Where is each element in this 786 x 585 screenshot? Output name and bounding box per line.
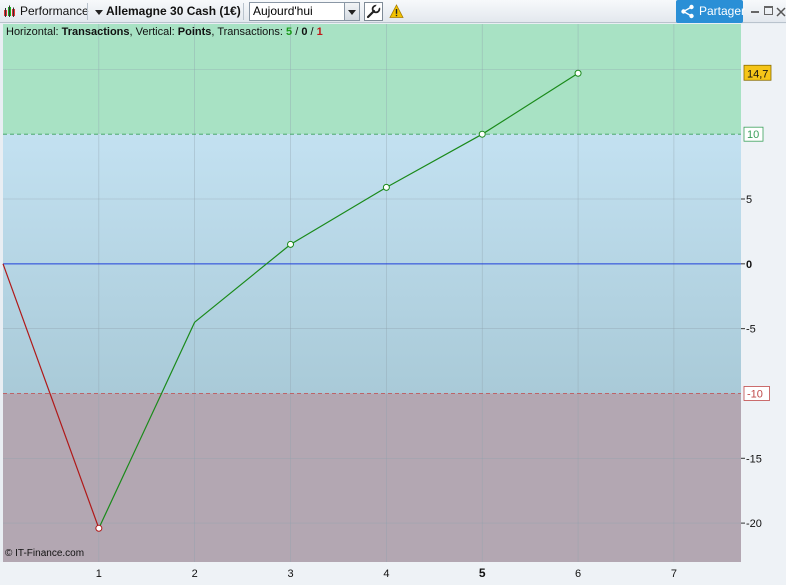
performance-chart[interactable]: 1 2 3 4 5 6 7 -20 -15 -5 0 5 10 -10 14,7	[0, 0, 786, 585]
y-tick-label: 5	[746, 194, 752, 206]
x-tick-label: 6	[575, 568, 581, 580]
x-tick-label: 1	[96, 568, 102, 580]
threshold-label: 10	[747, 129, 759, 141]
threshold-label: -10	[747, 388, 763, 400]
x-tick-label: 4	[383, 568, 389, 580]
header-prefix: Horizontal:	[6, 26, 62, 38]
losing-count: 1	[316, 26, 323, 38]
y-tick-label: -5	[746, 324, 756, 336]
data-point	[574, 69, 582, 77]
y-tick-label: -15	[746, 453, 762, 465]
vertical-prefix: , Vertical:	[129, 26, 178, 38]
x-tick-label: 2	[192, 568, 198, 580]
data-point	[382, 183, 390, 191]
data-point	[95, 524, 103, 532]
y-tick-label: 0	[746, 259, 752, 271]
data-point	[478, 130, 486, 138]
upper-zone	[3, 24, 741, 135]
x-tick-label: 7	[671, 568, 677, 580]
credit-label: © IT-Finance.com	[5, 548, 85, 559]
x-tick-label: 5	[479, 566, 486, 580]
vertical-value: Points	[177, 26, 212, 38]
last-value-label: 14,7	[747, 68, 768, 80]
horizontal-value: Transactions	[61, 26, 130, 38]
y-tick-label: -20	[746, 518, 762, 530]
data-point	[287, 240, 295, 248]
chart-header: Horizontal: Transactions, Vertical: Poin…	[6, 26, 323, 38]
separator-slash: /	[292, 26, 302, 38]
transactions-prefix: , Transactions:	[211, 26, 287, 38]
lower-zone	[3, 393, 741, 562]
separator-slash: /	[307, 26, 317, 38]
x-tick-label: 3	[287, 568, 293, 580]
